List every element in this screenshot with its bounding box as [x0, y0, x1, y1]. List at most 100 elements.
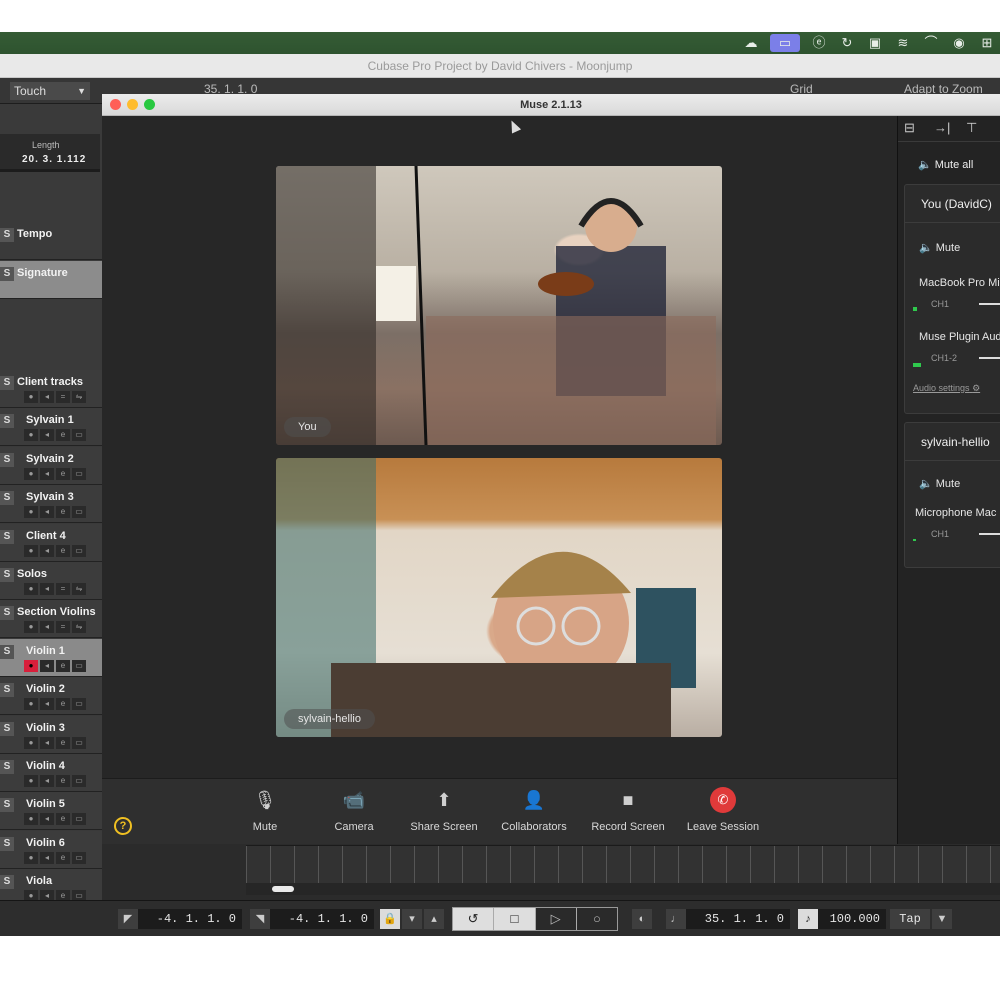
gain-slider[interactable]: [979, 357, 1000, 359]
track-row[interactable]: S Section Violins ● ◂ = ⇋: [0, 600, 102, 639]
track-row[interactable]: S Sylvain 1 ● ◂ e ▭: [0, 408, 102, 447]
audio-settings-link[interactable]: Audio settings ⚙: [913, 383, 980, 394]
play-button[interactable]: ▷: [535, 908, 577, 930]
solo-button[interactable]: S: [0, 875, 14, 890]
collapse-panel-icon[interactable]: →|: [934, 120, 950, 135]
chevron-down-icon[interactable]: ▼: [932, 909, 952, 929]
monitor-icon[interactable]: ◂: [40, 736, 54, 749]
close-icon[interactable]: [110, 99, 121, 110]
wind-icon[interactable]: ≋: [894, 34, 912, 52]
edit-channel-icon[interactable]: e: [56, 544, 70, 557]
record-enable-icon[interactable]: ●: [24, 467, 38, 480]
record-enable-icon[interactable]: ●: [24, 544, 38, 557]
solo-button[interactable]: S: [0, 644, 14, 659]
right-locator-icon[interactable]: ◥: [250, 909, 270, 929]
screen-share-icon[interactable]: ▭: [770, 34, 800, 52]
monitor-icon[interactable]: ◂: [40, 583, 54, 595]
monitor-icon[interactable]: ◂: [40, 621, 54, 634]
stop-button[interactable]: □: [494, 908, 536, 930]
pin-icon[interactable]: ⊤: [966, 120, 977, 136]
edit-channel-icon[interactable]: e: [56, 467, 70, 480]
person-icon[interactable]: ◉: [950, 34, 968, 52]
solo-button[interactable]: S: [0, 529, 14, 544]
automation-mode-select[interactable]: Touch ▼: [10, 82, 90, 100]
folder-lanes-icon[interactable]: ⇋: [72, 391, 86, 403]
edit-channel-icon[interactable]: e: [56, 775, 70, 787]
monitor-icon[interactable]: ◂: [40, 659, 54, 672]
gain-slider[interactable]: [979, 533, 1000, 535]
scrollbar-thumb[interactable]: [272, 886, 294, 892]
record-screen-button[interactable]: ■ Record Screen: [583, 787, 673, 833]
solo-button[interactable]: S: [0, 452, 14, 467]
edit-channel-icon[interactable]: e: [56, 659, 70, 672]
lanes-icon[interactable]: ▭: [72, 506, 86, 519]
track-row[interactable]: S Sylvain 3 ● ◂ e ▭: [0, 485, 102, 524]
solo-button[interactable]: S: [0, 606, 14, 621]
folder-lanes-icon[interactable]: ⇋: [72, 583, 86, 595]
leave-session-button[interactable]: ✆ Leave Session: [678, 787, 768, 833]
record-enable-icon[interactable]: ●: [24, 429, 38, 442]
edit-channel-icon[interactable]: e: [56, 851, 70, 864]
folder-edit-icon[interactable]: =: [56, 391, 70, 403]
sync-icon[interactable]: ↻: [838, 34, 856, 52]
monitor-icon[interactable]: ◂: [40, 429, 54, 442]
collaborators-button[interactable]: 👤 Collaborators: [489, 787, 579, 833]
signal-icon[interactable]: ⌒: [922, 34, 940, 52]
help-icon[interactable]: ?: [114, 817, 132, 835]
lanes-icon[interactable]: ▭: [72, 813, 86, 826]
lanes-icon[interactable]: ▭: [72, 775, 86, 787]
left-locator-field[interactable]: -4. 1. 1. 0: [138, 909, 242, 929]
solo-button[interactable]: S: [0, 491, 14, 506]
solo-button[interactable]: S: [0, 760, 14, 774]
edit-channel-icon[interactable]: e: [56, 429, 70, 442]
sidebar-toggle-icon[interactable]: ⊟: [904, 120, 915, 136]
camera-button[interactable]: 📹 Camera: [309, 787, 399, 833]
arrange-grid[interactable]: [246, 845, 1000, 883]
record-enable-icon[interactable]: ●: [24, 698, 38, 711]
left-locator-icon[interactable]: ◤: [118, 909, 138, 929]
solo-button[interactable]: S: [0, 267, 14, 281]
edit-channel-icon[interactable]: e: [56, 698, 70, 711]
record-enable-icon[interactable]: ●: [24, 736, 38, 749]
record-enable-icon[interactable]: ●: [24, 621, 38, 634]
solo-button[interactable]: S: [0, 836, 14, 851]
record-enable-icon[interactable]: ●: [24, 583, 38, 595]
track-row[interactable]: S Tempo: [0, 222, 102, 260]
lanes-icon[interactable]: ▭: [72, 429, 86, 442]
tap-button[interactable]: Tap: [890, 909, 930, 929]
track-row[interactable]: S Violin 2 ● ◂ e ▭: [0, 677, 102, 716]
track-row[interactable]: S Violin 4 ● ◂ e ▭: [0, 754, 102, 792]
position-field[interactable]: 35. 1. 1. 0: [686, 909, 790, 929]
grid-icon[interactable]: ⊞: [978, 34, 996, 52]
lock-icon[interactable]: 🔒: [380, 909, 400, 929]
folder-lanes-icon[interactable]: ⇋: [72, 621, 86, 634]
track-row[interactable]: S Violin 5 ● ◂ e ▭: [0, 792, 102, 831]
track-row[interactable]: S Signature: [0, 261, 102, 299]
record-enable-icon[interactable]: ●: [24, 506, 38, 519]
metronome-icon[interactable]: ◐: [632, 909, 652, 929]
folder-edit-icon[interactable]: =: [56, 583, 70, 595]
monitor-icon[interactable]: ◂: [40, 506, 54, 519]
track-row[interactable]: S Solos ● ◂ = ⇋: [0, 562, 102, 600]
solo-button[interactable]: S: [0, 228, 14, 242]
monitor-icon[interactable]: ◂: [40, 544, 54, 557]
solo-button[interactable]: S: [0, 568, 14, 582]
cycle-button[interactable]: ↺: [453, 908, 495, 930]
lanes-icon[interactable]: ▭: [72, 736, 86, 749]
solo-button[interactable]: S: [0, 414, 14, 429]
lanes-icon[interactable]: ▭: [72, 698, 86, 711]
track-row[interactable]: S Client 4 ● ◂ e ▭: [0, 523, 102, 562]
lanes-icon[interactable]: ▭: [72, 544, 86, 557]
monitor-icon[interactable]: ◂: [40, 391, 54, 403]
horizontal-scrollbar[interactable]: [246, 883, 1000, 895]
track-row[interactable]: S Violin 3 ● ◂ e ▭: [0, 715, 102, 754]
track-row[interactable]: S Violin 1 ● ◂ e ▭: [0, 638, 102, 677]
tempo-icon[interactable]: ♪: [798, 909, 818, 929]
gain-slider[interactable]: [979, 303, 1000, 305]
folder-edit-icon[interactable]: =: [56, 621, 70, 634]
monitor-icon[interactable]: ◂: [40, 775, 54, 787]
punch-out-icon[interactable]: ▴: [424, 909, 444, 929]
solo-button[interactable]: S: [0, 798, 14, 813]
track-row[interactable]: S Client tracks ● ◂ = ⇋: [0, 370, 102, 408]
solo-button[interactable]: S: [0, 683, 14, 698]
